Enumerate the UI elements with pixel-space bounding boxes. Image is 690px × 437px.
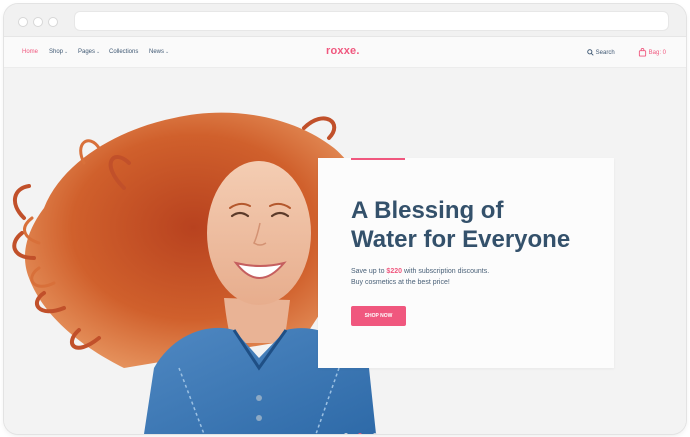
chevron-down-icon: ⌄ — [165, 49, 170, 55]
hero-subtext: Save up to $220 with subscription discou… — [351, 266, 591, 288]
hero-sub-after: with subscription discounts. — [403, 268, 490, 275]
address-bar[interactable] — [74, 11, 669, 31]
slider-pagination — [344, 424, 383, 434]
browser-window: Home Shop⌄ Pages⌄ Collections News⌄ roxx… — [4, 4, 686, 434]
hero-sub-before: Save up to — [351, 268, 385, 275]
nav-home-label: Home — [22, 49, 39, 55]
search-icon — [587, 49, 594, 56]
nav-home-link[interactable]: Home — [22, 49, 38, 55]
nav-news-label: News — [149, 49, 165, 55]
nav-pages-link[interactable]: Pages⌄ — [78, 49, 100, 55]
shop-now-button[interactable]: SHOP NOW — [351, 306, 406, 326]
site-header: Home Shop⌄ Pages⌄ Collections News⌄ roxx… — [4, 37, 686, 68]
search-label: Search — [595, 50, 615, 57]
slide-dot-1[interactable] — [344, 433, 348, 434]
hero-card: A Blessing of Water for Everyone Save up… — [318, 158, 614, 368]
hero-sub-line2: Buy cosmetics at the best price! — [351, 279, 450, 286]
slide-dot-2[interactable] — [358, 433, 363, 434]
slide-dot-3[interactable] — [372, 433, 377, 434]
search-button[interactable]: Search — [587, 49, 615, 56]
hero-section: A Blessing of Water for Everyone Save up… — [4, 68, 686, 434]
nav-shop-label: Shop — [49, 49, 64, 55]
bag-button[interactable]: Bag: 0 — [638, 48, 666, 57]
hero-sub-price: $220 — [386, 268, 402, 275]
nav-collections-label: Collections — [109, 49, 139, 55]
hero-headline-line1: A Blessing of — [351, 197, 504, 224]
site-logo[interactable]: roxxe. — [326, 45, 360, 57]
shopping-bag-icon — [638, 48, 647, 57]
chevron-down-icon: ⌄ — [64, 49, 69, 55]
hero-headline: A Blessing of Water for Everyone — [351, 196, 601, 254]
bag-label: Bag: 0 — [648, 50, 667, 57]
window-maximize-dot[interactable] — [48, 17, 58, 27]
chevron-down-icon: ⌄ — [96, 49, 101, 55]
window-minimize-dot[interactable] — [33, 17, 43, 27]
card-accent-bar — [351, 158, 405, 160]
window-close-dot[interactable] — [18, 17, 28, 27]
nav-shop-link[interactable]: Shop⌄ — [49, 49, 68, 55]
browser-chrome — [4, 4, 686, 37]
nav-news-link[interactable]: News⌄ — [149, 49, 169, 55]
hero-headline-line2: Water for Everyone — [351, 226, 571, 253]
nav-collections-link[interactable]: Collections — [109, 49, 138, 55]
nav-pages-label: Pages — [78, 49, 96, 55]
